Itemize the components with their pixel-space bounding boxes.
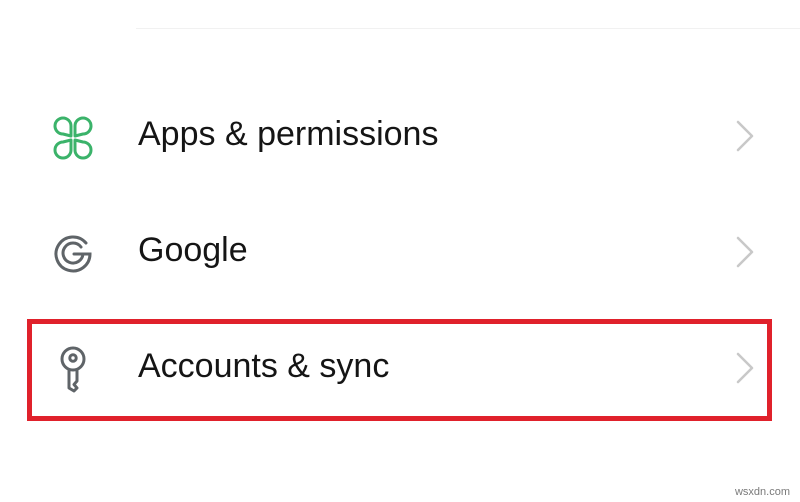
divider — [136, 28, 800, 29]
chevron-right-icon — [734, 235, 756, 269]
settings-item-label: Google — [138, 231, 248, 269]
watermark: wsxdn.com — [734, 486, 790, 498]
settings-item-label: Apps & permissions — [138, 115, 439, 153]
settings-item-label: Accounts & sync — [138, 347, 390, 385]
settings-item-apps-permissions[interactable]: Apps & permissions — [0, 75, 800, 191]
key-icon — [48, 345, 98, 395]
settings-item-accounts-sync[interactable]: Accounts & sync — [0, 307, 800, 423]
apps-grid-icon — [48, 113, 98, 163]
chevron-right-icon — [734, 119, 756, 153]
settings-item-google[interactable]: Google — [0, 191, 800, 307]
chevron-right-icon — [734, 351, 756, 385]
settings-list: Apps & permissions Google Accounts & syn… — [0, 75, 800, 423]
google-g-icon — [48, 229, 98, 279]
